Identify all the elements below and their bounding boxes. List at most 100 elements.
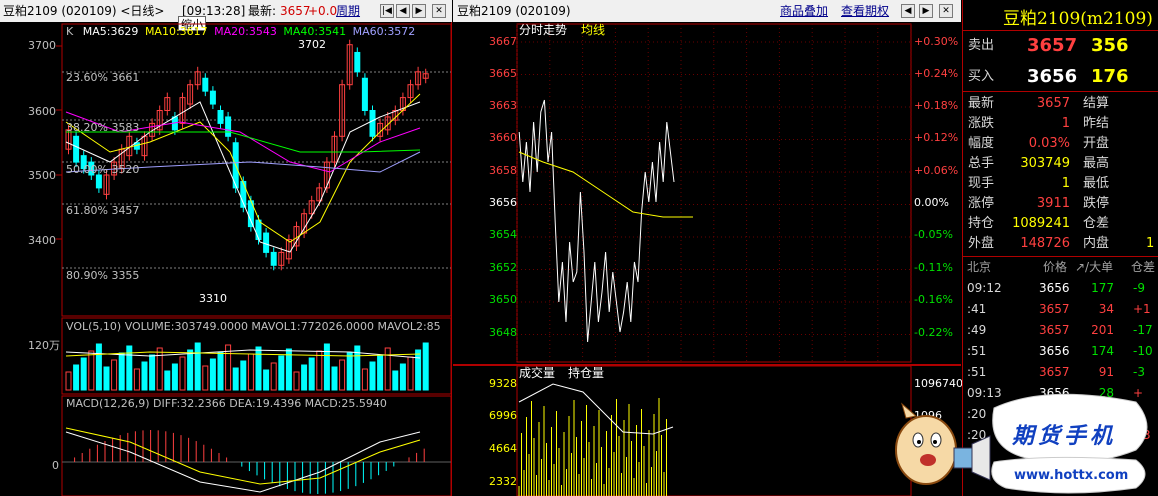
fib-label: 38.20% 3583 xyxy=(66,121,140,134)
vol-axis-label: 120万 xyxy=(28,339,60,352)
col-oi-change: 仓差 xyxy=(1131,260,1156,274)
bid-volume: 176 xyxy=(1091,66,1129,87)
quote-row: 现手 1 最低 xyxy=(963,174,1158,194)
percent-axis-label: 0.00% xyxy=(914,196,949,209)
quote-title: 豆粕2109(m2109) xyxy=(1003,9,1153,29)
prev-icon[interactable]: ◀ xyxy=(396,4,410,18)
first-icon[interactable]: |◀ xyxy=(380,4,394,18)
next-icon[interactable]: ▶ xyxy=(919,4,933,18)
volume-bar xyxy=(202,365,209,391)
volume-bar xyxy=(384,347,391,391)
percent-axis-label: +0.06% xyxy=(914,164,959,177)
volume-bar xyxy=(164,370,171,391)
volume-bar xyxy=(377,354,384,391)
tab-volume[interactable]: 成交量 xyxy=(519,367,555,380)
candle xyxy=(263,232,270,253)
bid-label: 买入 xyxy=(968,69,995,84)
trade-row: :51 3656 174 -10 xyxy=(963,341,1158,362)
tab-average[interactable]: 均线 xyxy=(581,24,605,37)
candle xyxy=(95,174,102,189)
vol-axis-label: 9328 xyxy=(489,377,517,390)
quote-row-label: 现手 xyxy=(968,176,995,191)
y-label-3400: 3400 xyxy=(28,234,56,247)
volume-bar xyxy=(308,357,315,391)
watermark-line1: 期货手机 xyxy=(1012,424,1117,449)
next-icon[interactable]: ▶ xyxy=(412,4,426,18)
percent-axis-label: -0.16% xyxy=(914,293,953,306)
watermark-logo: 期货手机 www.hottx.com xyxy=(886,388,1158,496)
percent-axis-label: +0.24% xyxy=(914,67,959,80)
volume-bar xyxy=(118,352,125,391)
fib-label: 61.80% 3457 xyxy=(66,204,140,217)
tab-intraday[interactable]: 分时走势 xyxy=(519,24,567,37)
volume-bar xyxy=(263,369,270,391)
close-icon[interactable]: ✕ xyxy=(939,4,953,18)
candle xyxy=(361,77,368,111)
volume-bar xyxy=(270,362,277,391)
trade-price: 3656 xyxy=(1039,281,1070,295)
quote-row: 涨跌 1 昨结 xyxy=(963,114,1158,134)
trade-volume: 91 xyxy=(1098,365,1114,379)
trade-price: 3657 xyxy=(1039,302,1070,316)
quote-row: 外盘 148726 内盘 xyxy=(963,234,1158,254)
volume-bar xyxy=(141,361,148,391)
percent-axis-label: -0.05% xyxy=(914,228,953,241)
dea-line xyxy=(65,427,421,485)
volume-bar xyxy=(194,342,201,391)
trades-header: 北京 价格 ↗/大单 仓差 xyxy=(963,257,1158,278)
price-axis-label: 3648 xyxy=(489,326,517,339)
kline-chart[interactable] xyxy=(0,22,452,496)
intraday-chart[interactable] xyxy=(453,22,961,496)
quote-row-label2: 结算 xyxy=(1083,96,1110,111)
quote-row-label2: 最高 xyxy=(1083,156,1110,171)
trade-oi-change: -17 xyxy=(1133,323,1153,337)
price-axis-label: 3650 xyxy=(489,293,517,306)
quote-row: 总手 303749 最高 xyxy=(963,154,1158,174)
volume-bar xyxy=(156,347,163,391)
high-price-label: 3702 xyxy=(298,38,326,51)
quote-row: 持仓 1089241 仓差 xyxy=(963,214,1158,234)
y-label-3600: 3600 xyxy=(28,105,56,118)
quote-row-label: 幅度 xyxy=(968,136,995,151)
intraday-title-bar: 豆粕2109 (020109) 商品叠加 查看期权 ◀ ▶ ✕ xyxy=(453,0,961,22)
trade-volume: 201 xyxy=(1091,323,1114,337)
y-label-3500: 3500 xyxy=(28,169,56,182)
y-label-3700: 3700 xyxy=(28,39,56,52)
quote-row-label: 最新 xyxy=(968,96,995,111)
price-axis-label: 3658 xyxy=(489,164,517,177)
trade-time: :41 xyxy=(967,302,987,316)
period-link[interactable]: 周期 xyxy=(336,0,360,22)
candle xyxy=(255,219,262,240)
quote-row-label: 涨停 xyxy=(968,196,995,211)
kline-title: 豆粕2109 (020109) <日线> xyxy=(3,4,165,18)
fib-label: 50.00% 3520 xyxy=(66,163,140,176)
volume-bar xyxy=(179,356,186,391)
prev-icon[interactable]: ◀ xyxy=(901,4,915,18)
close-icon[interactable]: ✕ xyxy=(432,4,446,18)
quote-row: 最新 3657 结算 xyxy=(963,94,1158,114)
volume-bar xyxy=(149,354,156,391)
col-price: 价格 xyxy=(1043,260,1068,274)
percent-axis-label: +0.12% xyxy=(914,131,959,144)
candle xyxy=(209,90,216,105)
vol-axis-label: 4664 xyxy=(489,442,517,455)
candle xyxy=(270,251,277,266)
quote-row-value: 0.03% xyxy=(1028,136,1070,151)
intraday-title: 豆粕2109 (020109) xyxy=(457,4,571,18)
ask-price: 3657 xyxy=(1027,35,1078,56)
watermark-line2: www.hottx.com xyxy=(1014,468,1129,483)
view-options-link[interactable]: 查看期权 xyxy=(841,0,889,22)
trade-price: 3657 xyxy=(1039,323,1070,337)
trade-volume: 34 xyxy=(1098,302,1114,316)
macd-axis-label: 0 xyxy=(52,459,59,472)
quote-row-value: 1 xyxy=(1061,176,1070,191)
trade-time: 09:12 xyxy=(967,281,1002,295)
price-axis-label: 3665 xyxy=(489,67,517,80)
volume-bar xyxy=(133,368,140,391)
macd-header: MACD(12,26,9) DIFF:32.2366 DEA:19.4396 M… xyxy=(66,397,387,410)
percent-axis-label: +0.30% xyxy=(914,35,959,48)
fib-label: 80.90% 3355 xyxy=(66,269,140,282)
commodity-overlay-link[interactable]: 商品叠加 xyxy=(780,0,828,22)
tab-open-interest[interactable]: 持仓量 xyxy=(568,367,604,380)
trade-row: :51 3657 91 -3 xyxy=(963,362,1158,383)
